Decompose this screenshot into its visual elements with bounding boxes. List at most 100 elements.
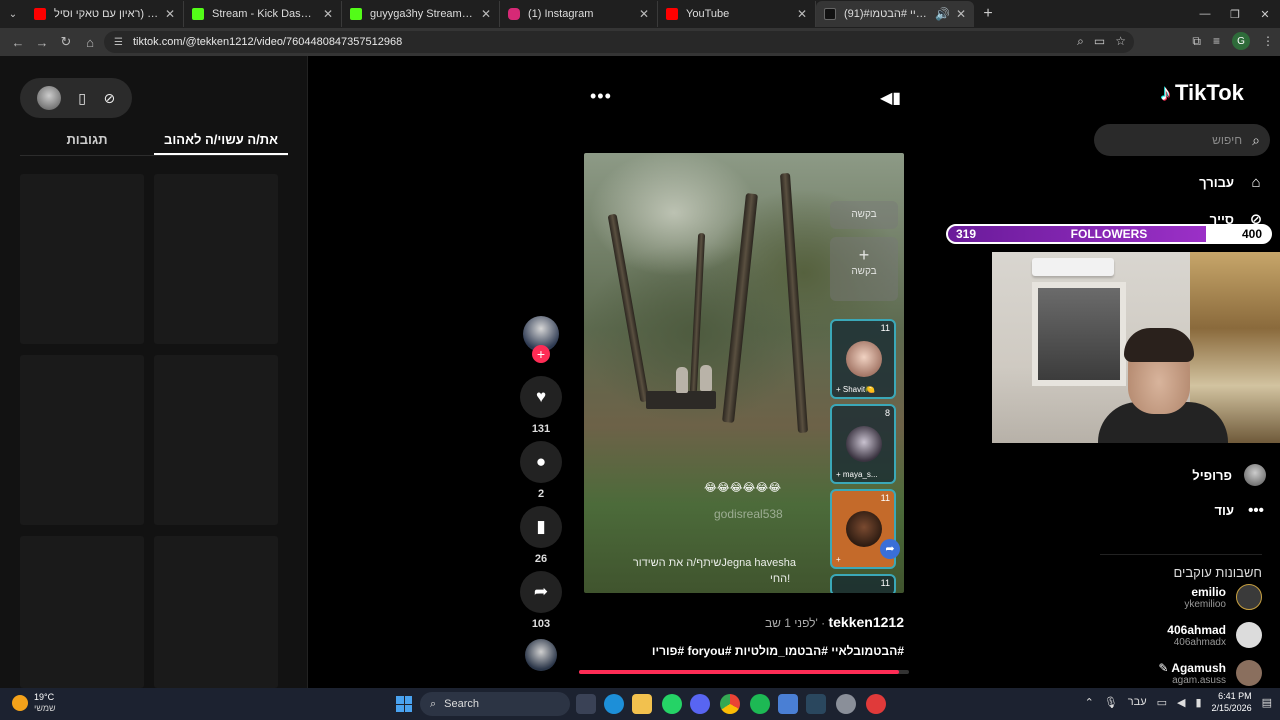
weather-widget[interactable]: 19°C שמשי [12, 692, 56, 714]
forward-icon[interactable]: → [30, 35, 54, 50]
microphone-icon[interactable]: 🎙 [1104, 696, 1118, 709]
separator: · [817, 616, 829, 630]
app-icon[interactable] [866, 694, 886, 714]
tab-title: Stream - Kick Dashboard [212, 8, 317, 20]
share-arrow-icon[interactable]: ➦ [880, 539, 900, 559]
video-player[interactable]: בקשה + בקשה 11 + Shavit🍋 8 + maya_s... 1… [584, 153, 904, 593]
phone-icon[interactable]: ▯ [78, 90, 86, 107]
close-icon[interactable]: ✕ [956, 7, 966, 21]
guest-tile[interactable]: 11 + Shavit🍋 [830, 319, 896, 399]
reload-icon[interactable]: ↻ [54, 34, 78, 50]
close-icon[interactable]: ✕ [165, 7, 175, 21]
menu-icon[interactable]: ⋮ [1262, 34, 1274, 48]
profile-avatar[interactable]: G [1232, 32, 1250, 50]
video-progress-bar[interactable] [579, 670, 909, 674]
extensions-icon[interactable]: ⧉ [1192, 34, 1201, 49]
zoom-icon[interactable]: ⌕ [1077, 34, 1084, 49]
home-icon[interactable]: ⌂ [78, 35, 102, 50]
tab-you-may-like[interactable]: את/ה עשוי/ה לאהוב [154, 128, 288, 155]
new-tab-button[interactable]: + [974, 5, 1002, 23]
close-icon[interactable]: ✕ [797, 7, 807, 21]
nav-item-more[interactable]: עוד ••• [1150, 502, 1266, 519]
clock[interactable]: 6:41 PM 2/15/2026 [1212, 690, 1252, 714]
following-account[interactable]: ✎ Agamush agam.asuss [1110, 660, 1262, 686]
settings-icon[interactable] [836, 694, 856, 714]
request-slot[interactable]: + בקשה [830, 237, 898, 301]
notepad-icon[interactable] [778, 694, 798, 714]
network-icon[interactable]: ▭ [1157, 696, 1167, 709]
request-button[interactable]: בקשה [830, 201, 898, 229]
tab-comments[interactable]: תגובות [20, 128, 154, 155]
file-explorer-icon[interactable] [632, 694, 652, 714]
save-button[interactable]: ▮ [520, 506, 562, 548]
language-indicator[interactable]: עבר [1128, 696, 1147, 708]
share-button[interactable]: ➦ [520, 571, 562, 613]
site-info-icon[interactable]: ☰ [114, 37, 123, 48]
browser-tab-active[interactable]: (91)#הבטמובלאיי #הבטמו 🔊 ✕ [816, 1, 974, 27]
post-username[interactable]: tekken1212 [828, 614, 904, 630]
streamer-hair [1124, 328, 1194, 362]
video-thumbnail[interactable] [154, 174, 278, 344]
edge-icon[interactable] [604, 694, 624, 714]
spotify-icon[interactable] [750, 694, 770, 714]
windows-start-icon[interactable] [396, 696, 412, 712]
video-thumbnail[interactable] [20, 536, 144, 688]
kick-icon [192, 8, 204, 20]
more-options-icon[interactable]: ••• [590, 86, 612, 107]
notifications-icon[interactable]: ▤ [1262, 696, 1272, 709]
volume-icon[interactable]: ◀▮ [880, 88, 901, 108]
guest-tile[interactable]: 11 [830, 574, 896, 593]
discord-icon[interactable] [690, 694, 710, 714]
task-view-icon[interactable] [576, 694, 596, 714]
follow-plus-icon[interactable]: + [532, 345, 550, 363]
following-account[interactable]: emilio ykemilioo [1110, 584, 1262, 610]
minimize-icon[interactable]: — [1190, 8, 1220, 20]
close-window-icon[interactable]: ✕ [1250, 8, 1280, 21]
browser-tab[interactable]: Stream - Kick Dashboard ✕ [184, 1, 342, 27]
back-icon[interactable]: ← [6, 35, 30, 50]
battery-icon[interactable]: ▮ [1195, 696, 1201, 709]
nav-item-profile[interactable]: פרופיל [1150, 464, 1266, 486]
close-icon[interactable]: ✕ [323, 7, 333, 21]
video-thumbnail[interactable] [154, 536, 278, 688]
following-account[interactable]: 406ahmad 406ahmadx [1110, 622, 1262, 648]
taskbar-search[interactable]: ⌕ Search [420, 692, 570, 716]
music-disc-avatar[interactable] [525, 639, 557, 671]
search-input[interactable]: חיפוש ⌕ [1094, 124, 1270, 156]
tab-search-menu-icon[interactable]: ⌄ [0, 0, 26, 28]
chevron-up-icon[interactable]: ⌃ [1085, 696, 1094, 709]
tab-title: YouTube [686, 8, 730, 20]
account-name: emilio [1191, 584, 1226, 599]
cast-icon[interactable]: ▭ [1094, 34, 1105, 49]
browser-tab[interactable]: (1) Instagram ✕ [500, 1, 658, 27]
bookmark-star-icon[interactable]: ☆ [1115, 34, 1126, 49]
compass-icon[interactable]: ⊘ [104, 90, 116, 107]
volume-icon[interactable]: ◀ [1177, 696, 1185, 709]
search-placeholder: חיפוש [1212, 133, 1243, 147]
webcam-overlay [992, 252, 1280, 443]
search-icon[interactable]: ⌕ [1252, 132, 1260, 149]
steam-icon[interactable] [806, 694, 826, 714]
browser-tab[interactable]: guyyga3hy Stream - Watch Live ✕ [342, 1, 500, 27]
close-icon[interactable]: ✕ [639, 7, 649, 21]
post-hashtags[interactable]: #הבטמובלאיי #הבטמו_מולטיות #foryou #פורי… [584, 644, 904, 658]
tiktok-logo[interactable]: ♪ TikTok [1160, 80, 1244, 106]
creator-avatar[interactable] [36, 86, 61, 110]
media-icon[interactable]: ≡ [1213, 34, 1220, 48]
whatsapp-icon[interactable] [662, 694, 682, 714]
browser-tab[interactable]: YouTube ✕ [658, 1, 816, 27]
speaker-icon[interactable]: 🔊 [935, 7, 950, 21]
chrome-icon[interactable] [720, 694, 740, 714]
maximize-icon[interactable]: ❐ [1220, 8, 1250, 21]
comment-button[interactable]: ● [520, 441, 562, 483]
url-field[interactable]: ☰ tiktok.com/@tekken1212/video/760448084… [104, 31, 1134, 53]
video-thumbnail[interactable] [154, 355, 278, 525]
close-icon[interactable]: ✕ [481, 7, 491, 21]
guest-tile[interactable]: 8 + maya_s... [830, 404, 896, 484]
video-thumbnail[interactable] [20, 355, 144, 525]
like-button[interactable]: ♥ [520, 376, 562, 418]
browser-tab[interactable]: הביף נגמר (ראיון עם טאקי וסיל... ✕ [26, 1, 184, 27]
video-thumbnail[interactable] [20, 174, 144, 344]
window-controls: — ❐ ✕ [1190, 0, 1280, 28]
nav-item-for-you[interactable]: עבורך ⌂ [1150, 174, 1266, 191]
